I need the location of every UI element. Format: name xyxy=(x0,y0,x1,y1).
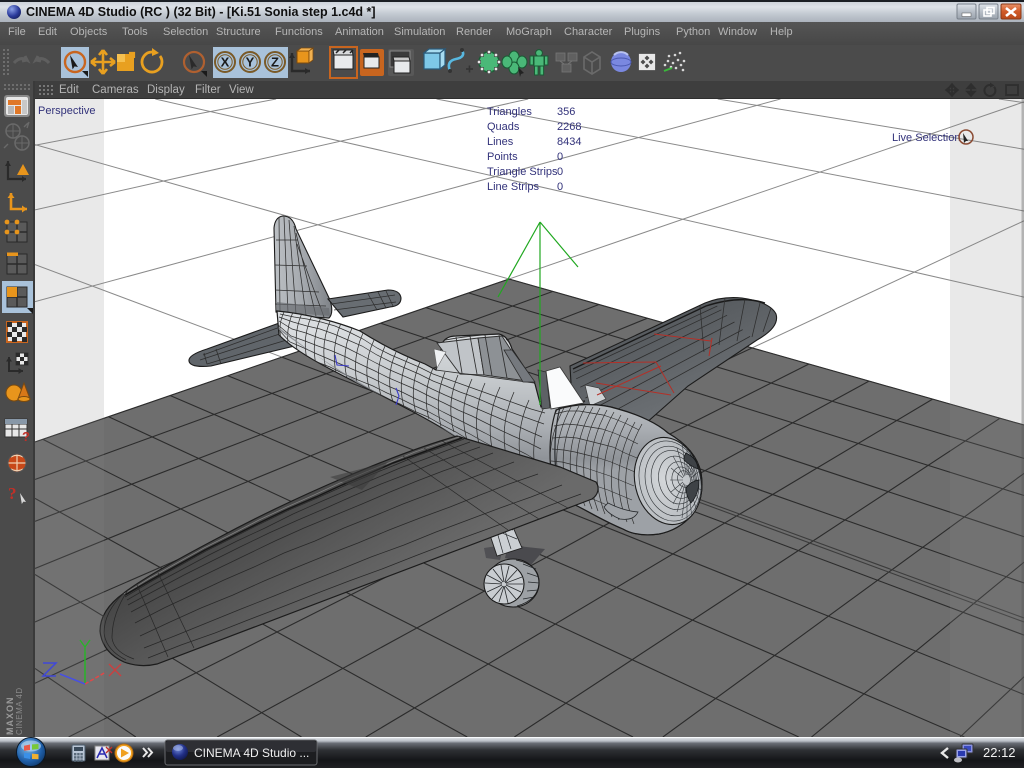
svg-text:22:12: 22:12 xyxy=(983,745,1016,760)
svg-text:CINEMA 4D Studio (RC ) (32 Bit: CINEMA 4D Studio (RC ) (32 Bit) - [Ki.51… xyxy=(26,5,376,19)
svg-text:Quads: Quads xyxy=(487,121,520,133)
svg-text:?: ? xyxy=(8,484,17,503)
svg-text:356: 356 xyxy=(557,106,575,118)
svg-text:0: 0 xyxy=(557,151,563,163)
svg-text:?: ? xyxy=(22,429,30,444)
svg-text:Triangle Strips: Triangle Strips xyxy=(487,166,558,178)
svg-text:0: 0 xyxy=(557,166,563,178)
svg-text:8434: 8434 xyxy=(557,136,581,148)
svg-text:X: X xyxy=(221,55,230,70)
svg-text:Live Selection: Live Selection xyxy=(892,132,961,144)
svg-text:2268: 2268 xyxy=(557,121,581,133)
svg-text:Z: Z xyxy=(271,55,279,70)
svg-text:Points: Points xyxy=(487,151,518,163)
svg-text:MAXON: MAXON xyxy=(5,697,15,736)
svg-text:Perspective: Perspective xyxy=(38,105,95,117)
svg-text:Lines: Lines xyxy=(487,136,514,148)
svg-text:0: 0 xyxy=(557,181,563,193)
svg-text:Triangles: Triangles xyxy=(487,106,532,118)
svg-text:CINEMA 4D Studio ...: CINEMA 4D Studio ... xyxy=(194,746,309,760)
svg-text:Y: Y xyxy=(246,55,255,70)
svg-text:CINEMA 4D: CINEMA 4D xyxy=(15,687,24,735)
svg-text:Line Strips: Line Strips xyxy=(487,181,539,193)
